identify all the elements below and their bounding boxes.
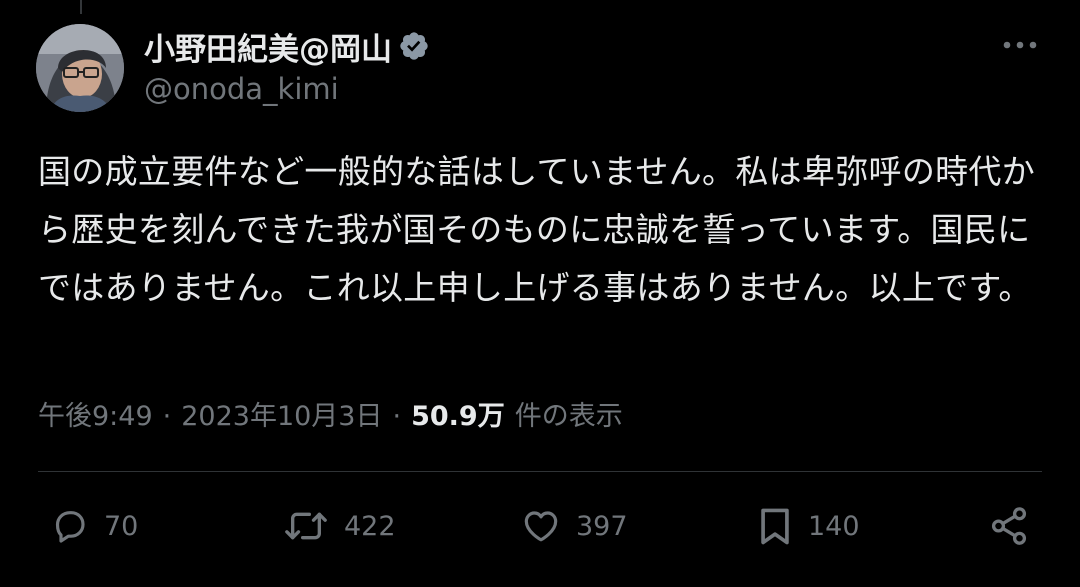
avatar-image	[36, 24, 124, 112]
views-count: 50.9万	[411, 401, 505, 432]
more-dots-icon	[1003, 41, 1037, 49]
retweet-count: 422	[344, 510, 396, 542]
views-label: 件の表示	[514, 401, 623, 432]
thread-connector-line	[80, 0, 82, 14]
tweet-time[interactable]: 午後9:49	[38, 394, 153, 433]
bookmark-icon	[761, 508, 789, 545]
like-count: 397	[576, 510, 628, 542]
tweet-meta: 午後9:49 · 2023年10月3日 · 50.9万 件の表示	[38, 394, 623, 433]
verified-badge-icon	[400, 32, 428, 60]
author-handle[interactable]: @onoda_kimi	[144, 72, 339, 106]
reply-icon	[55, 511, 85, 543]
retweet-icon	[285, 512, 327, 540]
share-icon	[991, 507, 1027, 545]
bookmark-count: 140	[808, 510, 860, 542]
meta-separator-2: ·	[392, 401, 402, 432]
tweet-text: 国の成立要件など一般的な話はしていません。私は卑弥呼の時代から歴史を刻んできた我…	[38, 152, 1036, 307]
more-options-button[interactable]	[1000, 30, 1040, 60]
tweet-date[interactable]: 2023年10月3日	[181, 394, 382, 433]
like-button[interactable]: 397	[520, 500, 628, 552]
meta-separator: ·	[162, 401, 172, 432]
action-bar: 70 422 397 140	[0, 500, 1080, 552]
retweet-button[interactable]: 422	[282, 500, 396, 552]
author-display-name[interactable]: 小野田紀美@岡山	[144, 24, 392, 69]
bookmark-button[interactable]: 140	[756, 500, 860, 552]
heart-icon	[524, 511, 558, 542]
reply-count: 70	[104, 510, 139, 542]
share-button[interactable]	[988, 500, 1030, 552]
avatar[interactable]	[36, 24, 124, 112]
divider	[38, 471, 1042, 472]
author-name-row[interactable]: 小野田紀美@岡山	[144, 24, 430, 69]
reply-button[interactable]: 70	[50, 500, 138, 552]
